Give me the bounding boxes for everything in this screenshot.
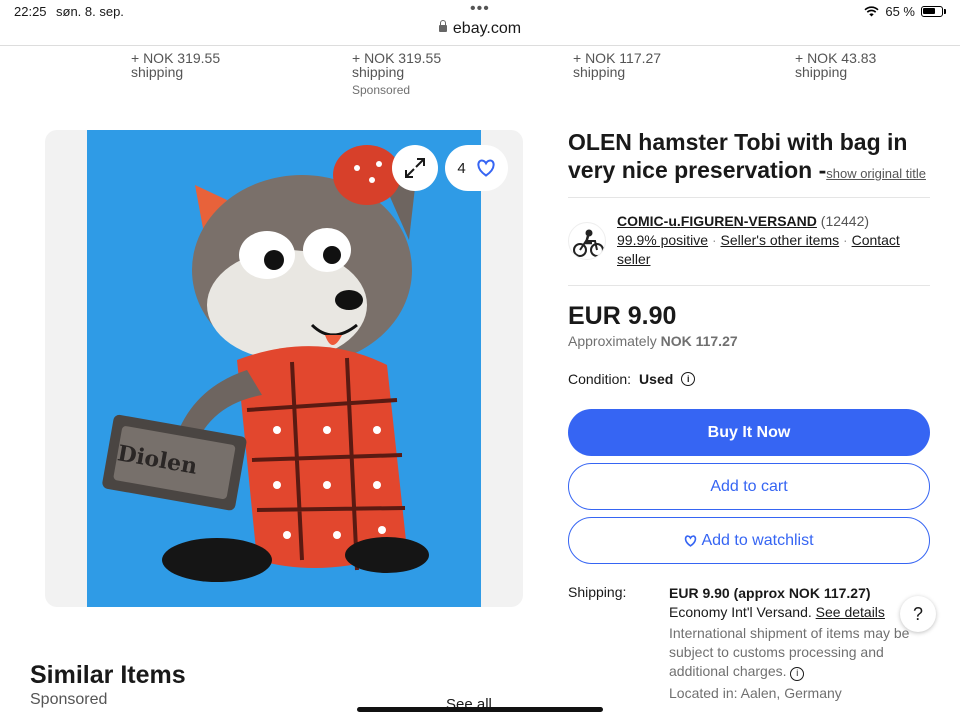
condition-value: Used xyxy=(639,371,674,387)
condition-row: Condition: Used i xyxy=(568,371,696,387)
more-dots-icon[interactable]: ••• xyxy=(470,0,490,18)
carousel-shipping-label: shipping xyxy=(795,64,848,80)
carousel-item-2[interactable]: + NOK 319.55 shipping Sponsored xyxy=(352,51,441,97)
sponsored-label: Sponsored xyxy=(352,83,411,97)
expand-image-button[interactable] xyxy=(392,145,438,191)
carousel-shipping-label: shipping xyxy=(573,64,626,80)
carousel-item-3[interactable]: + NOK 117.27 shipping xyxy=(573,51,661,79)
heart-icon xyxy=(685,534,697,547)
carousel-item-1[interactable]: + NOK 319.55 shipping xyxy=(131,51,220,79)
similar-items-heading: Similar Items xyxy=(30,661,186,689)
buy-it-now-button[interactable]: Buy It Now xyxy=(568,409,930,456)
customs-note: International shipment of items may be s… xyxy=(669,624,921,681)
status-date: søn. 8. sep. xyxy=(56,4,124,19)
toolbar-divider xyxy=(0,45,960,46)
battery-tip xyxy=(944,9,946,14)
home-indicator[interactable] xyxy=(357,707,603,712)
item-location: Located in: Aalen, Germany xyxy=(669,685,842,701)
shipping-service: Economy Int'l Versand. xyxy=(669,604,812,620)
add-to-cart-label: Add to cart xyxy=(710,477,788,495)
seller-feedback-count: (12442) xyxy=(820,213,870,229)
item-price: EUR 9.90 xyxy=(568,302,677,330)
similar-sponsored-label: Sponsored xyxy=(30,691,108,708)
battery-percent: 65 % xyxy=(885,4,915,19)
expand-icon xyxy=(405,158,425,178)
watch-count: 4 xyxy=(457,159,466,177)
lock-icon xyxy=(438,20,447,32)
heart-icon xyxy=(477,159,495,177)
separator-dot: · xyxy=(711,232,717,248)
watch-count-button[interactable]: 4 xyxy=(445,145,508,191)
see-details-link[interactable]: See details xyxy=(816,604,885,620)
hamster-figure-illustration: Diolen xyxy=(87,130,481,607)
status-time: 22:25 xyxy=(14,4,47,19)
shipping-label: Shipping: xyxy=(568,584,627,600)
approx-prefix: Approximately xyxy=(568,333,657,349)
info-icon[interactable]: i xyxy=(681,372,696,386)
add-to-watchlist-label: Add to watchlist xyxy=(701,531,814,549)
carousel-item-4[interactable]: + NOK 43.83 shipping xyxy=(795,51,876,79)
shipping-details: EUR 9.90 (approx NOK 117.27) Economy Int… xyxy=(669,584,921,681)
image-gallery[interactable]: Diolen 4 xyxy=(45,130,523,607)
shipping-cost: EUR 9.90 (approx NOK 117.27) xyxy=(669,585,871,601)
info-icon[interactable]: i xyxy=(790,666,805,681)
item-title: OLEN hamster Tobi with bag in very nice … xyxy=(568,128,938,188)
add-to-cart-button[interactable]: Add to cart xyxy=(568,463,930,510)
condition-label: Condition: xyxy=(568,371,632,387)
approx-price: Approximately NOK 117.27 xyxy=(568,333,738,349)
seller-other-items-link[interactable]: Seller's other items xyxy=(721,232,840,248)
seller-positive-link[interactable]: 99.9% positive xyxy=(617,232,708,248)
separator-dot: · xyxy=(843,232,848,248)
wifi-icon xyxy=(864,6,879,17)
approx-value: NOK 117.27 xyxy=(660,333,738,349)
motorcycle-logo-icon xyxy=(573,229,604,257)
divider xyxy=(568,285,930,286)
product-photo[interactable]: Diolen xyxy=(87,130,481,607)
divider xyxy=(568,197,930,198)
help-button[interactable]: ? xyxy=(900,596,936,632)
battery-icon xyxy=(921,6,943,17)
carousel-shipping-label: shipping xyxy=(352,64,405,80)
seller-avatar[interactable] xyxy=(568,222,606,260)
status-right: 65 % xyxy=(864,4,946,19)
url-text: ebay.com xyxy=(452,20,522,37)
carousel-shipping-label: shipping xyxy=(131,64,184,80)
add-to-watchlist-button[interactable]: Add to watchlist xyxy=(568,517,930,564)
customs-note-text: International shipment of items may be s… xyxy=(669,625,910,679)
address-bar[interactable]: ebay.com xyxy=(0,20,960,38)
seller-info: COMIC-u.FIGUREN-VERSAND (12442) 99.9% po… xyxy=(617,212,927,269)
seller-name-link[interactable]: COMIC-u.FIGUREN-VERSAND xyxy=(617,213,817,229)
buy-it-now-label: Buy It Now xyxy=(707,423,791,441)
show-original-title-link[interactable]: show original title xyxy=(826,166,926,181)
